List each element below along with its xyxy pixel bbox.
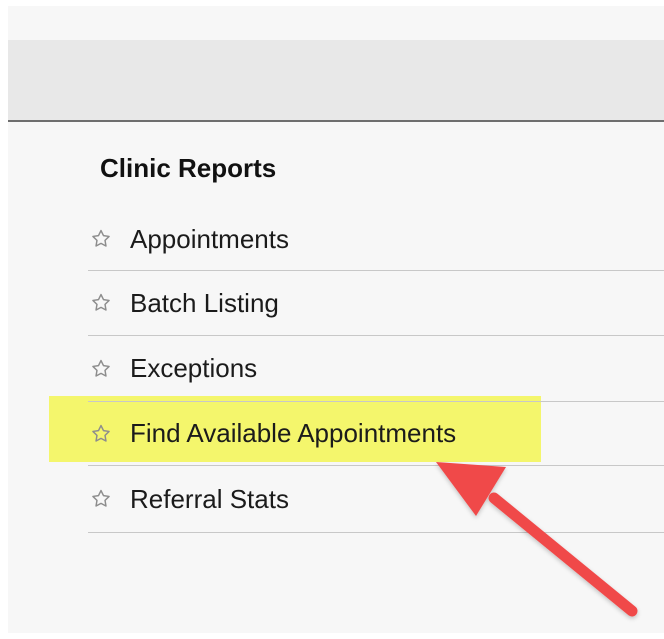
report-item-label: Referral Stats bbox=[130, 483, 289, 514]
star-outline-icon[interactable] bbox=[88, 356, 114, 382]
top-toolbar bbox=[8, 40, 664, 122]
report-item-appointments[interactable]: Appointments bbox=[88, 208, 664, 271]
page-title: Clinic Reports bbox=[100, 153, 277, 183]
report-item-label: Exceptions bbox=[130, 353, 258, 383]
report-item-label: Appointments bbox=[130, 223, 289, 254]
report-item-batch-listing[interactable]: Batch Listing bbox=[88, 271, 664, 336]
report-screen: Clinic Reports Appointments Batch Listin… bbox=[0, 0, 664, 639]
report-item-find-available-appointments[interactable]: Find Available Appointments bbox=[88, 402, 664, 466]
report-item-exceptions[interactable]: Exceptions bbox=[88, 336, 664, 402]
star-outline-icon[interactable] bbox=[88, 290, 114, 316]
clinic-report-list: Appointments Batch Listing Exceptions Fi… bbox=[88, 208, 664, 533]
report-item-label: Batch Listing bbox=[130, 287, 279, 318]
star-outline-icon[interactable] bbox=[88, 486, 114, 512]
report-item-referral-stats[interactable]: Referral Stats bbox=[88, 466, 664, 533]
star-outline-icon[interactable] bbox=[88, 421, 114, 447]
report-item-label: Find Available Appointments bbox=[130, 418, 457, 448]
star-outline-icon[interactable] bbox=[88, 226, 114, 252]
